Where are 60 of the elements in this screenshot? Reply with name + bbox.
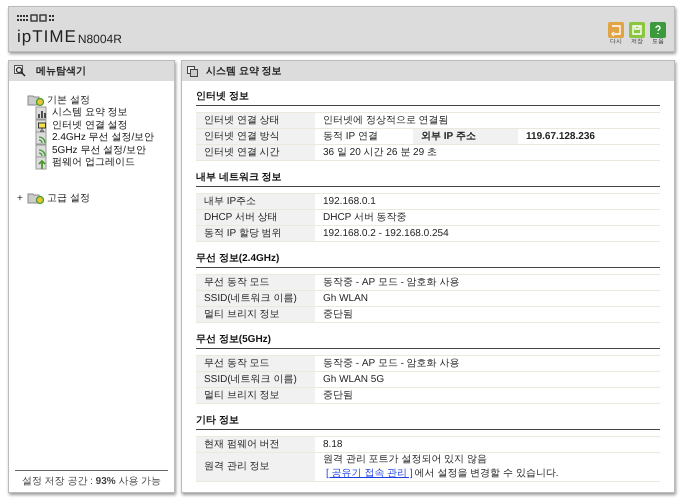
row-value: 중단됨 [323, 308, 354, 322]
link[interactable]: [ 공유기 접속 관리 ] [326, 467, 413, 481]
chart-icon [35, 106, 48, 120]
tree-menu-item[interactable]: 5GHz 무선 설정/보안 [52, 146, 146, 156]
model-name: N8004R [78, 33, 122, 45]
window-icon [187, 66, 198, 76]
help-icon [650, 22, 666, 38]
arrow-up-icon [35, 156, 48, 170]
row-value: 192.168.0.1 [323, 194, 377, 208]
row-value: 동작중 - AP 모드 - 암호화 사용 [323, 276, 460, 290]
row-value: 원격 관리 포트가 설정되어 있지 않음 [323, 453, 488, 467]
panel-title: 메뉴탐색기 [36, 64, 86, 78]
wifi-icon [35, 131, 48, 146]
row-label: 현재 펌웨어 버전 [196, 437, 315, 452]
tree-menu-item[interactable]: 2.4GHz 무선 설정/보안 [52, 133, 154, 144]
save-icon [629, 22, 645, 38]
row-label: 무선 동작 모드 [196, 356, 315, 371]
tree-menu-item[interactable]: 인터넷 연결 설정 [52, 120, 128, 131]
panel-title: 시스템 요약 정보 [206, 64, 282, 78]
row-label: 멀티 브리지 정보 [196, 307, 315, 322]
row-label: 인터넷 연결 방식 [196, 129, 315, 144]
storage-status: 설정 저장 공간 : 93% 사용 가능 [22, 475, 162, 489]
tree-menu-item[interactable]: 펌웨어 업그레이드 [52, 158, 135, 168]
expand-toggle[interactable]: + [17, 194, 25, 204]
row-value: Gh WLAN [323, 292, 370, 306]
row-label: 동적 IP 할당 범위 [196, 226, 315, 241]
brand-logo: ipTIME [17, 28, 77, 45]
row-label: 무선 동작 모드 [196, 275, 315, 290]
row-note: 에서 설정을 변경할 수 있습니다. [414, 467, 559, 481]
section-heading: 내부 네트워크 정보 [196, 172, 282, 183]
row-label: 원격 관리 정보 [196, 453, 315, 481]
row-value: 119.67.128.236 [525, 130, 596, 144]
row-label: SSID(네트워크 이름) [196, 372, 315, 387]
row-value: 192.168.0.2 - 192.168.0.254 [323, 226, 450, 240]
section-heading: 무선 정보(2.4GHz) [196, 253, 280, 264]
row-label: 멀티 브리지 정보 [196, 388, 315, 403]
row-value: DHCP 서버 동작중 [323, 210, 408, 224]
row-value: 36 일 20 시간 26 분 29 초 [323, 146, 438, 160]
row-value: 8.18 [323, 438, 344, 452]
row-value: Gh WLAN 5G [323, 372, 386, 386]
reload-icon [608, 22, 624, 38]
section-heading: 인터넷 정보 [196, 91, 249, 102]
row-label: 인터넷 연결 시간 [196, 145, 315, 160]
tree-menu-item[interactable]: 시스템 요약 정보 [52, 108, 128, 118]
monitor-icon [35, 118, 48, 133]
section-heading: 기타 정보 [196, 415, 239, 426]
tree-folder-item[interactable]: 고급 설정 [47, 191, 90, 206]
wifi-icon [35, 144, 48, 158]
search-icon [14, 65, 26, 77]
row-label: SSID(네트워크 이름) [196, 291, 315, 306]
row-value: 중단됨 [323, 388, 354, 402]
row-label: 내부 IP주소 [196, 194, 315, 209]
section-heading: 무선 정보(5GHz) [196, 334, 271, 345]
row-value: 동적 IP 연결 [322, 130, 379, 144]
row-label: 외부 IP 주소 [413, 129, 518, 144]
row-label: 인터넷 연결 상태 [196, 113, 315, 128]
row-value: 동작중 - AP 모드 - 암호화 사용 [323, 356, 460, 370]
row-label: DHCP 서버 상태 [196, 210, 315, 225]
tree-folder-item[interactable]: 기본 설정 [47, 92, 90, 108]
row-value: 인터넷에 정상적으로 연결됨 [323, 114, 450, 128]
